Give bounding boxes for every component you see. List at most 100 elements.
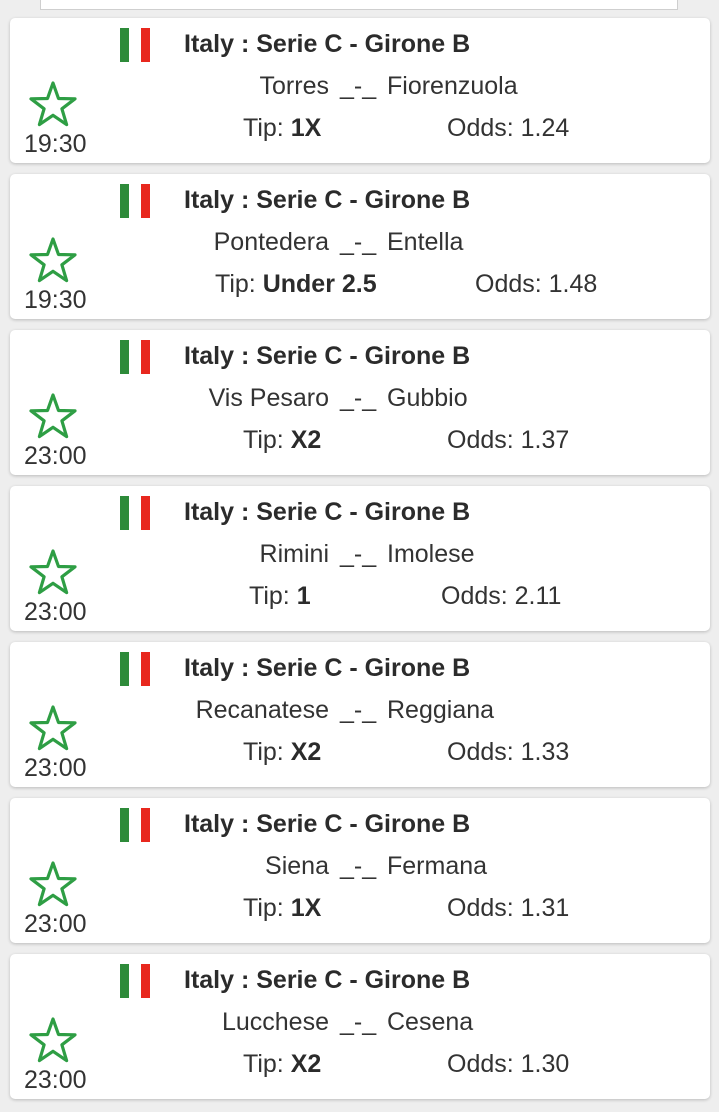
tip: Tip: X2 (243, 426, 321, 455)
match-card[interactable]: Italy : Serie C - Girone B Pontedera _-_… (10, 174, 710, 319)
kickoff-time: 19:30 (24, 130, 87, 158)
kickoff-time: 19:30 (24, 286, 87, 314)
tip: Tip: Under 2.5 (215, 270, 377, 299)
away-team: Entella (387, 228, 464, 256)
tip-value: X2 (290, 1050, 322, 1078)
tip-value: 1 (296, 582, 311, 610)
score-separator: _-_ (340, 228, 377, 256)
odds-label: Odds: (447, 894, 514, 922)
odds: Odds: 1.24 (447, 114, 569, 143)
home-team: Vis Pesaro (208, 384, 329, 412)
tip: Tip: X2 (243, 738, 321, 767)
match-card[interactable]: Italy : Serie C - Girone B Lucchese _-_ … (10, 954, 710, 1099)
star-outline-icon[interactable] (28, 548, 78, 596)
kickoff-time: 23:00 (24, 754, 87, 782)
away-team: Gubbio (387, 384, 468, 412)
league-name: Italy : Serie C - Girone B (184, 186, 471, 214)
match-teams: Vis Pesaro _-_ Gubbio (10, 384, 710, 414)
search-icon: ⌃ (49, 0, 64, 6)
match-teams: Pontedera _-_ Entella (10, 228, 710, 258)
match-teams: Rimini _-_ Imolese (10, 540, 710, 570)
match-card[interactable]: Italy : Serie C - Girone B Torres _-_ Fi… (10, 18, 710, 163)
league-name: Italy : Serie C - Girone B (184, 810, 471, 838)
score-separator: _-_ (340, 540, 377, 568)
tip-label: Tip: (215, 270, 256, 298)
tip: Tip: 1X (243, 894, 321, 923)
odds: Odds: 1.33 (447, 738, 569, 767)
tip: Tip: 1 (249, 582, 311, 611)
star-outline-icon[interactable] (28, 392, 78, 440)
tip-value: Under 2.5 (262, 270, 377, 298)
odds: Odds: 1.48 (475, 270, 597, 299)
italy-flag-icon (120, 184, 160, 218)
score-separator: _-_ (340, 696, 377, 724)
league-name: Italy : Serie C - Girone B (184, 498, 471, 526)
odds: Odds: 1.31 (447, 894, 569, 923)
league-name: Italy : Serie C - Girone B (184, 30, 471, 58)
odds: Odds: 1.30 (447, 1050, 569, 1079)
home-team: Torres (259, 72, 329, 100)
italy-flag-icon (120, 652, 160, 686)
italy-flag-icon (120, 496, 160, 530)
match-card[interactable]: Italy : Serie C - Girone B Rimini _-_ Im… (10, 486, 710, 631)
score-separator: _-_ (340, 1008, 377, 1036)
away-team: Fiorenzuola (387, 72, 518, 100)
odds-label: Odds: (447, 1050, 514, 1078)
match-card[interactable]: Italy : Serie C - Girone B Siena _-_ Fer… (10, 798, 710, 943)
star-outline-icon[interactable] (28, 80, 78, 128)
tip-label: Tip: (243, 114, 284, 142)
tip-label: Tip: (249, 582, 290, 610)
odds-value: 1.24 (520, 114, 570, 142)
home-team: Pontedera (213, 228, 329, 256)
kickoff-time: 23:00 (24, 442, 87, 470)
tip-value: X2 (290, 426, 322, 454)
odds-label: Odds: (441, 582, 508, 610)
odds-label: Odds: (475, 270, 542, 298)
search-field-partial[interactable]: ⌃ (40, 0, 678, 10)
tip-label: Tip: (243, 1050, 284, 1078)
home-team: Recanatese (195, 696, 329, 724)
away-team: Imolese (387, 540, 475, 568)
match-card[interactable]: Italy : Serie C - Girone B Recanatese _-… (10, 642, 710, 787)
match-teams: Recanatese _-_ Reggiana (10, 696, 710, 726)
score-separator: _-_ (340, 72, 377, 100)
match-card[interactable]: Italy : Serie C - Girone B Vis Pesaro _-… (10, 330, 710, 475)
home-team: Lucchese (221, 1008, 329, 1036)
kickoff-time: 23:00 (24, 1066, 87, 1094)
match-teams: Lucchese _-_ Cesena (10, 1008, 710, 1038)
kickoff-time: 23:00 (24, 598, 87, 626)
away-team: Cesena (387, 1008, 474, 1036)
home-team: Siena (265, 852, 329, 880)
odds-label: Odds: (447, 114, 514, 142)
odds: Odds: 1.37 (447, 426, 569, 455)
tip-value: 1X (290, 894, 322, 922)
match-list: Italy : Serie C - Girone B Torres _-_ Fi… (10, 18, 710, 1110)
odds-value: 1.31 (520, 894, 570, 922)
tip: Tip: 1X (243, 114, 321, 143)
match-teams: Torres _-_ Fiorenzuola (10, 72, 710, 102)
italy-flag-icon (120, 340, 160, 374)
star-outline-icon[interactable] (28, 236, 78, 284)
odds-value: 2.11 (514, 582, 562, 610)
score-separator: _-_ (340, 384, 377, 412)
odds-value: 1.37 (520, 426, 570, 454)
odds-value: 1.30 (520, 1050, 570, 1078)
star-outline-icon[interactable] (28, 704, 78, 752)
tip-label: Tip: (243, 426, 284, 454)
odds-value: 1.48 (548, 270, 598, 298)
star-outline-icon[interactable] (28, 860, 78, 908)
away-team: Reggiana (387, 696, 495, 724)
italy-flag-icon (120, 808, 160, 842)
league-name: Italy : Serie C - Girone B (184, 654, 471, 682)
tip: Tip: X2 (243, 1050, 321, 1079)
odds-label: Odds: (447, 426, 514, 454)
match-teams: Siena _-_ Fermana (10, 852, 710, 882)
italy-flag-icon (120, 28, 160, 62)
league-name: Italy : Serie C - Girone B (184, 342, 471, 370)
odds-label: Odds: (447, 738, 514, 766)
away-team: Fermana (387, 852, 488, 880)
league-name: Italy : Serie C - Girone B (184, 966, 471, 994)
tip-value: 1X (290, 114, 322, 142)
italy-flag-icon (120, 964, 160, 998)
star-outline-icon[interactable] (28, 1016, 78, 1064)
